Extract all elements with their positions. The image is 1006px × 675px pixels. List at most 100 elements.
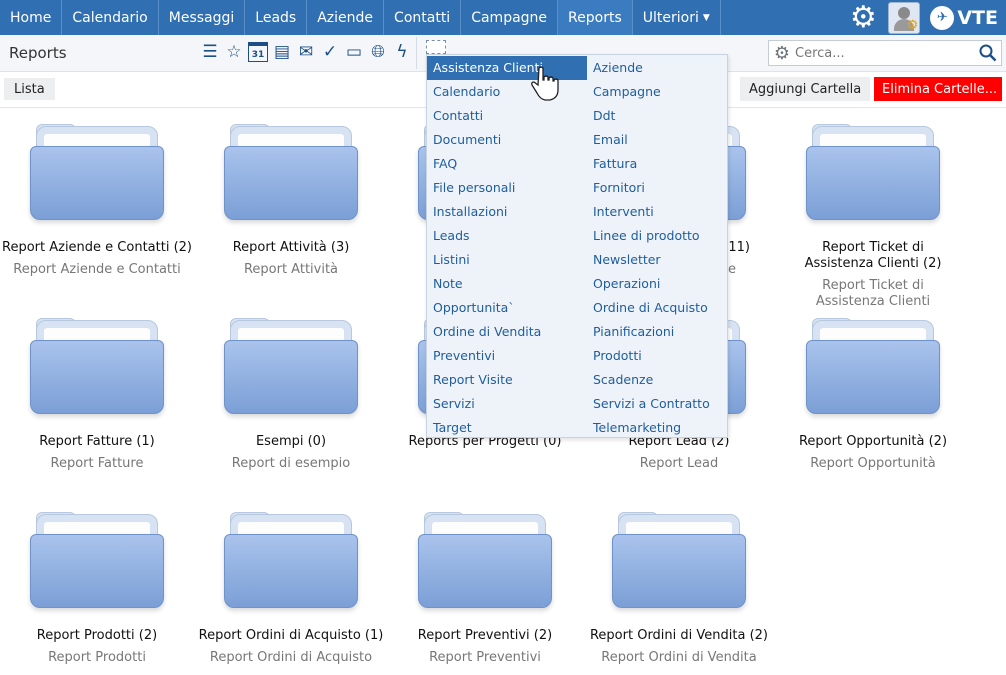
search-settings-gear-icon[interactable]: ⚙ bbox=[769, 43, 795, 64]
menu-item-opportunita[interactable]: Opportunita` bbox=[427, 296, 587, 320]
folder-icon bbox=[30, 512, 164, 610]
user-settings-avatar[interactable]: ⚙ bbox=[888, 1, 921, 34]
folder-description: Report Ordini di Vendita bbox=[601, 650, 757, 665]
folder-description: Report Fatture bbox=[50, 456, 144, 471]
menu-item-fattura[interactable]: Fattura bbox=[587, 152, 747, 176]
folder-icon bbox=[224, 124, 358, 222]
folder-icon bbox=[30, 124, 164, 222]
folder-item[interactable]: Report Prodotti (2) Report Prodotti bbox=[0, 512, 194, 666]
menu-item-campagne[interactable]: Campagne bbox=[587, 80, 747, 104]
folder-title: Report Ordini di Vendita (2) bbox=[589, 628, 768, 643]
folder-description: Report Ordini di Acquisto bbox=[209, 650, 373, 665]
menu-item-ddt[interactable]: Ddt bbox=[587, 104, 747, 128]
folder-description: Report Attività bbox=[243, 262, 339, 277]
folder-title: Esempi (0) bbox=[255, 434, 327, 449]
folder-item[interactable]: Report Opportunità (2) Report Opportunit… bbox=[776, 318, 970, 472]
menu-item-operazioni[interactable]: Operazioni bbox=[587, 272, 747, 296]
search-icon[interactable] bbox=[975, 41, 1001, 65]
notes-icon[interactable]: ▤ bbox=[272, 41, 292, 63]
nav-ulteriori[interactable]: Ulteriori ▼ bbox=[633, 0, 721, 35]
menu-item-report-visite[interactable]: Report Visite bbox=[427, 368, 587, 392]
menu-item-preventivi[interactable]: Preventivi bbox=[427, 344, 587, 368]
modules-dropdown-menu: Assistenza Clienti Calendario Contatti D… bbox=[426, 54, 728, 438]
folder-title: Report Ordini di Acquisto (1) bbox=[198, 628, 384, 643]
nav-campagne[interactable]: Campagne bbox=[461, 0, 559, 35]
star-icon[interactable]: ☆ bbox=[224, 41, 244, 63]
folder-item[interactable]: Report Ticket di Assistenza Clienti (2) … bbox=[776, 124, 970, 310]
folder-item[interactable]: Report Attività (3) Report Attività bbox=[194, 124, 388, 278]
menu-toggle-icon[interactable] bbox=[426, 40, 446, 54]
folder-description: Report Lead bbox=[639, 456, 719, 471]
menu-item-pianificazioni[interactable]: Pianificazioni bbox=[587, 320, 747, 344]
top-navigation-bar: Home Calendario Messaggi Leads Aziende C… bbox=[0, 0, 1006, 35]
nav-ulteriori-label: Ulteriori bbox=[642, 9, 699, 26]
nav-aziende[interactable]: Aziende bbox=[307, 0, 385, 35]
add-folder-button[interactable]: Aggiungi Cartella bbox=[740, 77, 871, 101]
check-icon[interactable]: ✓ bbox=[320, 41, 340, 63]
menu-item-ordine-di-vendita[interactable]: Ordine di Vendita bbox=[427, 320, 587, 344]
folder-item[interactable]: Report Ordini di Vendita (2) Report Ordi… bbox=[582, 512, 776, 666]
folder-item[interactable]: Report Fatture (1) Report Fatture bbox=[0, 318, 194, 472]
menu-item-email[interactable]: Email bbox=[587, 128, 747, 152]
menu-item-scadenze[interactable]: Scadenze bbox=[587, 368, 747, 392]
menu-item-faq[interactable]: FAQ bbox=[427, 152, 587, 176]
folder-description: Report Aziende e Contatti bbox=[13, 262, 181, 277]
nav-calendario[interactable]: Calendario bbox=[62, 0, 159, 35]
folder-item[interactable]: Report Aziende e Contatti (2) Report Azi… bbox=[0, 124, 194, 278]
menu-item-listini[interactable]: Listini bbox=[427, 248, 587, 272]
nav-reports[interactable]: Reports bbox=[558, 0, 633, 35]
caret-down-icon: ▼ bbox=[702, 12, 710, 23]
folder-icon bbox=[612, 512, 746, 610]
menu-item-ordine-di-acquisto[interactable]: Ordine di Acquisto bbox=[587, 296, 747, 320]
menu-item-assistenza-clienti[interactable]: Assistenza Clienti bbox=[427, 56, 587, 80]
menu-item-servizi[interactable]: Servizi bbox=[427, 392, 587, 416]
folder-item[interactable]: Esempi (0) Report di esempio bbox=[194, 318, 388, 472]
folder-icon bbox=[224, 512, 358, 610]
logo-text: VTE bbox=[957, 6, 998, 29]
toolbar-divider bbox=[416, 37, 417, 69]
folder-item[interactable]: Report Preventivi (2) Report Preventivi bbox=[388, 512, 582, 666]
menu-item-prodotti[interactable]: Prodotti bbox=[587, 344, 747, 368]
folder-icon bbox=[806, 124, 940, 222]
menu-item-newsletter[interactable]: Newsletter bbox=[587, 248, 747, 272]
menu-item-telemarketing[interactable]: Telemarketing bbox=[587, 416, 747, 440]
folder-icon bbox=[806, 318, 940, 416]
folder-description: Report Opportunità bbox=[810, 456, 936, 471]
vte-logo[interactable]: ✈ VTE bbox=[930, 5, 998, 30]
menu-item-documenti[interactable]: Documenti bbox=[427, 128, 587, 152]
menu-item-leads[interactable]: Leads bbox=[427, 224, 587, 248]
settings-gear-icon[interactable]: ⚙ bbox=[848, 2, 878, 33]
delete-folders-button[interactable]: Elimina Cartelle... bbox=[874, 77, 1002, 101]
list-icon[interactable]: ☰ bbox=[200, 41, 220, 63]
search-input[interactable] bbox=[795, 45, 975, 61]
menu-item-calendario[interactable]: Calendario bbox=[427, 80, 587, 104]
globe-icon[interactable]: 🌐︎ bbox=[368, 41, 388, 63]
menu-item-target[interactable]: Target bbox=[427, 416, 587, 440]
menu-item-fornitori[interactable]: Fornitori bbox=[587, 176, 747, 200]
nav-messaggi[interactable]: Messaggi bbox=[159, 0, 246, 35]
nav-leads[interactable]: Leads bbox=[245, 0, 308, 35]
menu-item-linee-di-prodotto[interactable]: Linee di prodotto bbox=[587, 224, 747, 248]
menu-item-installazioni[interactable]: Installazioni bbox=[427, 200, 587, 224]
menu-item-contatti[interactable]: Contatti bbox=[427, 104, 587, 128]
folder-item[interactable]: Report Ordini di Acquisto (1) Report Ord… bbox=[194, 512, 388, 666]
flash-icon[interactable]: ϟ bbox=[392, 41, 412, 63]
folder-icon bbox=[224, 318, 358, 416]
chat-icon[interactable]: ▭ bbox=[344, 41, 364, 63]
menu-item-file-personali[interactable]: File personali bbox=[427, 176, 587, 200]
folder-title: Report Attività (3) bbox=[232, 240, 350, 255]
menu-item-servizi-a-contratto[interactable]: Servizi a Contratto bbox=[587, 392, 747, 416]
hand-cursor-icon bbox=[531, 66, 559, 101]
nav-contatti[interactable]: Contatti bbox=[384, 0, 462, 35]
calendar-icon[interactable]: 31 bbox=[248, 41, 268, 63]
lista-button[interactable]: Lista bbox=[4, 78, 55, 100]
menu-item-aziende[interactable]: Aziende bbox=[587, 56, 747, 80]
folder-icon bbox=[30, 318, 164, 416]
menu-item-note[interactable]: Note bbox=[427, 272, 587, 296]
folder-description: Report Ticket di Assistenza Clienti bbox=[815, 278, 931, 309]
mail-icon[interactable]: ✉ bbox=[296, 41, 316, 63]
nav-home[interactable]: Home bbox=[0, 0, 63, 35]
menu-item-interventi[interactable]: Interventi bbox=[587, 200, 747, 224]
dropdown-column-left: Assistenza Clienti Calendario Contatti D… bbox=[427, 56, 587, 440]
folder-description: Report di esempio bbox=[231, 456, 351, 471]
